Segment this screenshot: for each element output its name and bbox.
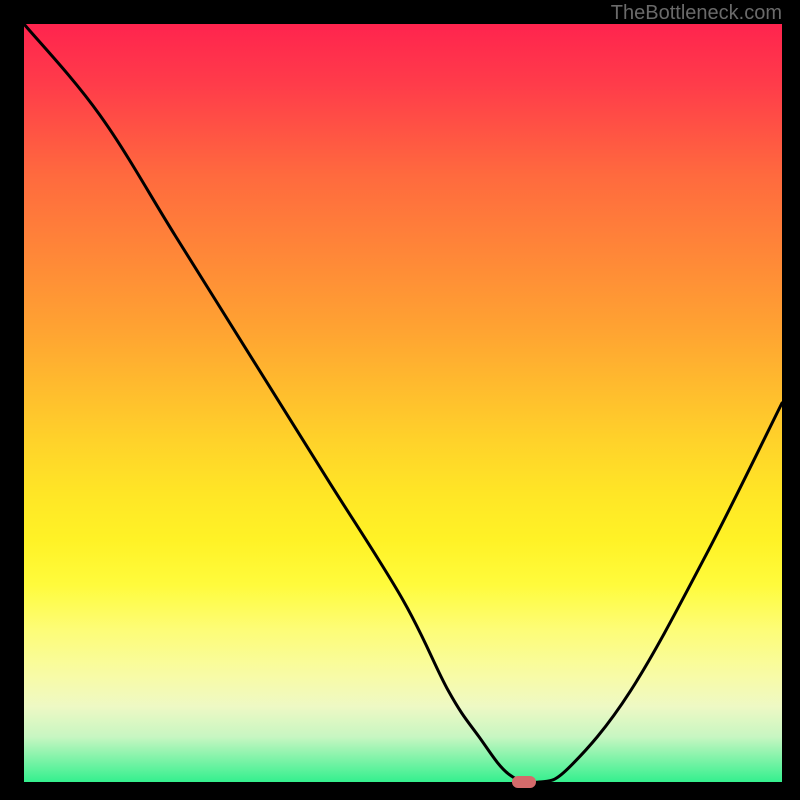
chart-frame: TheBottleneck.com <box>0 0 800 800</box>
plot-area <box>24 24 782 782</box>
bottleneck-curve <box>24 24 782 782</box>
watermark-text: TheBottleneck.com <box>611 2 782 25</box>
optimal-point-marker <box>512 776 536 788</box>
